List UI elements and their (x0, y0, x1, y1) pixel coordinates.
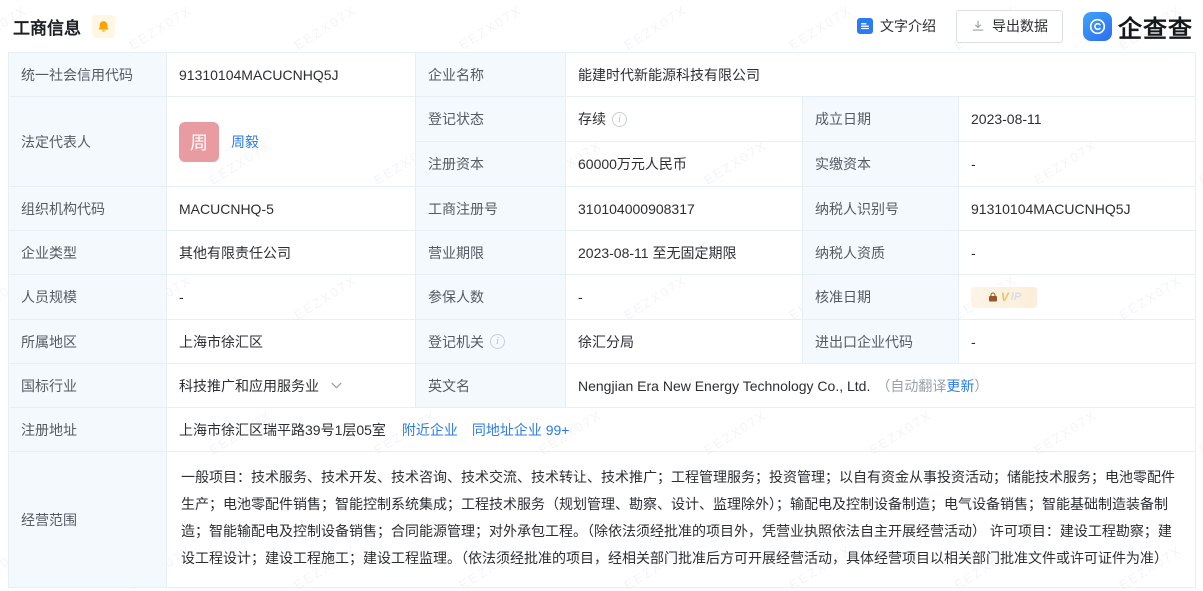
page-title: 工商信息 (13, 14, 81, 39)
field-label-business-scope: 经营范围 (9, 452, 167, 588)
field-label-org-code: 组织机构代码 (9, 187, 167, 231)
field-value-taxpayer-qualification: - (959, 231, 1196, 275)
english-name-text: Nengjian Era New Energy Technology Co., … (578, 378, 870, 394)
field-value-approval-date: VIP (959, 275, 1196, 320)
field-label-reg-status: 登记状态 (416, 97, 566, 142)
field-label-import-export-code: 进出口企业代码 (803, 320, 959, 364)
header: 工商信息 文字介绍 导出数据 (0, 0, 1203, 52)
brand-logo: 企查查 (1083, 9, 1195, 44)
field-label-insured-count: 参保人数 (416, 275, 566, 320)
table-row: 企业类型 其他有限责任公司 营业期限 2023-08-11 至无固定期限 纳税人… (9, 231, 1196, 275)
field-value-legal-rep: 周 周毅 (167, 97, 416, 187)
field-label-legal-rep: 法定代表人 (9, 97, 167, 187)
field-label-business-term: 营业期限 (416, 231, 566, 275)
field-value-reg-number: 310104000908317 (566, 187, 803, 231)
chevron-down-icon[interactable] (331, 382, 342, 389)
table-row: 注册地址 上海市徐汇区瑞平路39号1层05室 附近企业 同地址企业 99+ (9, 408, 1196, 452)
export-data-button[interactable]: 导出数据 (956, 10, 1063, 43)
field-label-establish-date: 成立日期 (803, 97, 959, 142)
qcc-logo-icon (1083, 12, 1112, 41)
translate-update-link[interactable]: 更新 (946, 378, 974, 394)
field-label-credit-code: 统一社会信用代码 (9, 53, 167, 97)
field-label-reg-authority: 登记机关 i (416, 320, 566, 364)
field-value-english-name: Nengjian Era New Energy Technology Co., … (566, 364, 1196, 408)
field-value-taxpayer-id: 91310104MACUCNHQ5J (959, 187, 1196, 231)
bell-icon (97, 20, 110, 33)
table-row: 组织机构代码 MACUCNHQ-5 工商注册号 310104000908317 … (9, 187, 1196, 231)
field-label-industry: 国标行业 (9, 364, 167, 408)
table-row: 法定代表人 周 周毅 登记状态 存续 i 成立日期 2023-08-11 (9, 97, 1196, 142)
field-label-company-name: 企业名称 (416, 53, 566, 97)
info-icon[interactable]: i (612, 112, 627, 127)
field-value-credit-code: 91310104MACUCNHQ5J (167, 53, 416, 97)
field-label-region: 所属地区 (9, 320, 167, 364)
field-label-taxpayer-qualification: 纳税人资质 (803, 231, 959, 275)
table-row: 统一社会信用代码 91310104MACUCNHQ5J 企业名称 能建时代新能源… (9, 53, 1196, 97)
field-label-company-type: 企业类型 (9, 231, 167, 275)
field-value-staff-size: - (167, 275, 416, 320)
vip-badge: V (1001, 290, 1009, 304)
field-label-taxpayer-id: 纳税人识别号 (803, 187, 959, 231)
table-row: 经营范围 一般项目：技术服务、技术开发、技术咨询、技术交流、技术转让、技术推广；… (9, 452, 1196, 588)
field-value-company-type: 其他有限责任公司 (167, 231, 416, 275)
field-label-staff-size: 人员规模 (9, 275, 167, 320)
brand-name: 企查查 (1118, 9, 1193, 44)
info-icon[interactable]: i (490, 334, 505, 349)
reg-authority-label-text: 登记机关 (428, 332, 484, 352)
field-label-paid-capital: 实缴资本 (803, 142, 959, 187)
field-value-region: 上海市徐汇区 (167, 320, 416, 364)
download-icon (971, 19, 985, 33)
field-label-reg-address: 注册地址 (9, 408, 167, 452)
table-row: 国标行业 科技推广和应用服务业 英文名 Nengjian Era New Ene… (9, 364, 1196, 408)
field-value-company-name: 能建时代新能源科技有限公司 (566, 53, 1196, 97)
field-value-paid-capital: - (959, 142, 1196, 187)
field-value-business-term: 2023-08-11 至无固定期限 (566, 231, 803, 275)
monitor-bell-button[interactable] (92, 15, 115, 38)
field-value-reg-status: 存续 i (566, 97, 803, 142)
field-value-insured-count: - (566, 275, 803, 320)
field-value-org-code: MACUCNHQ-5 (167, 187, 416, 231)
text-intro-icon (857, 18, 873, 34)
legal-rep-avatar[interactable]: 周 (179, 122, 219, 162)
text-intro-button[interactable]: 文字介绍 (857, 16, 936, 36)
nearby-companies-link[interactable]: 附近企业 (402, 420, 458, 440)
same-address-companies-link[interactable]: 同地址企业 99+ (472, 420, 570, 440)
reg-status-text: 存续 (578, 109, 606, 129)
field-value-reg-address: 上海市徐汇区瑞平路39号1层05室 附近企业 同地址企业 99+ (167, 408, 1196, 452)
field-label-reg-capital: 注册资本 (416, 142, 566, 187)
table-row: 所属地区 上海市徐汇区 登记机关 i 徐汇分局 进出口企业代码 - (9, 320, 1196, 364)
field-value-reg-capital: 60000万元人民币 (566, 142, 803, 187)
auto-translate-note: （自动翻译 (876, 378, 946, 394)
field-value-import-export-code: - (959, 320, 1196, 364)
vip-locked-value[interactable]: VIP (971, 287, 1037, 308)
table-row: 人员规模 - 参保人数 - 核准日期 VIP (9, 275, 1196, 320)
field-label-reg-number: 工商注册号 (416, 187, 566, 231)
field-label-english-name: 英文名 (416, 364, 566, 408)
lock-icon (987, 291, 999, 303)
field-value-industry: 科技推广和应用服务业 (167, 364, 416, 408)
industry-text: 科技推广和应用服务业 (179, 376, 319, 396)
field-label-approval-date: 核准日期 (803, 275, 959, 320)
reg-address-text: 上海市徐汇区瑞平路39号1层05室 (179, 422, 386, 438)
export-data-label: 导出数据 (992, 16, 1048, 36)
legal-rep-name-link[interactable]: 周毅 (231, 132, 259, 152)
text-intro-label: 文字介绍 (880, 16, 936, 36)
business-info-table: 统一社会信用代码 91310104MACUCNHQ5J 企业名称 能建时代新能源… (8, 52, 1196, 588)
field-value-reg-authority: 徐汇分局 (566, 320, 803, 364)
field-value-establish-date: 2023-08-11 (959, 97, 1196, 142)
field-value-business-scope: 一般项目：技术服务、技术开发、技术咨询、技术交流、技术转让、技术推广；工程管理服… (167, 452, 1196, 588)
